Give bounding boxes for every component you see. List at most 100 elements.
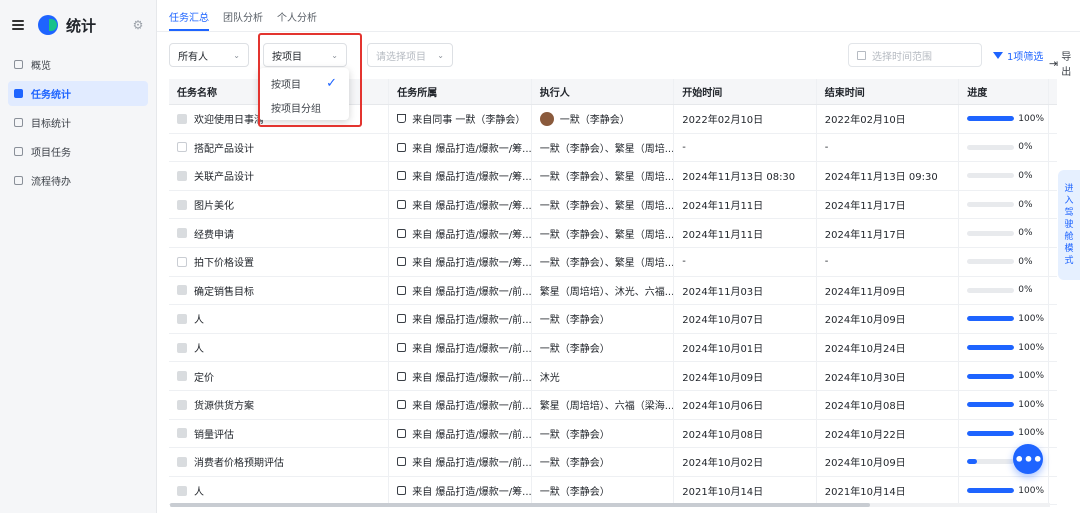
col-header-end[interactable]: 结束时间 [815,79,959,104]
col-header-progress[interactable]: 进度 [958,79,1048,104]
assignee-cell: 沐光 [530,362,674,390]
task-name[interactable]: 消费者价格预期评估 [194,454,284,469]
dropdown-option-by-project[interactable]: 按项目 ✓ [259,71,349,95]
task-name-cell: 货源供货方案 [169,391,388,419]
sidebar-item-goal-stats[interactable]: 目标统计 [8,110,148,135]
task-name[interactable]: 定价 [194,369,214,384]
task-checkbox[interactable] [177,428,187,439]
task-source: 来自 爆品打造/爆款一/前... [412,458,531,470]
project-icon [397,428,407,438]
task-end: - [824,141,829,153]
col-header-truncated[interactable]: 计 [1048,79,1057,104]
col-header-start[interactable]: 开始时间 [673,79,816,104]
truncated-cell [1048,162,1057,190]
table-row[interactable]: 货源供货方案 来自 爆品打造/爆款一/前... 繁星（周培培）、六福（梁海... 20… [169,390,1057,420]
end-cell: 2024年11月17日 [815,190,959,219]
progress-bar [967,430,1015,436]
table-row[interactable]: 消费者价格预期评估 来自 爆品打造/爆款一/前... 一默（李静会） 2024年10月… [169,448,1057,477]
truncated-cell [1048,133,1057,162]
task-name[interactable]: 人 [194,311,204,326]
task-source: 来自 爆品打造/爆款一/前... [412,344,531,356]
project-icon [397,486,407,496]
task-source: 来自 爆品打造/爆款一/前... [412,315,531,327]
tab-task-summary[interactable]: 任务汇总 [169,9,209,31]
task-end: 2024年10月08日 [824,401,906,413]
horizontal-scrollbar[interactable] [170,503,1050,507]
task-name[interactable]: 人 [194,483,204,498]
task-checkbox[interactable] [177,113,187,124]
settings-icon[interactable]: ⚙ [132,19,144,31]
progress-bar [967,287,1015,293]
table-row[interactable]: 人 来自 爆品打造/爆款一/前... 一默（李静会） 2024年10月01日 2024年… [169,333,1057,363]
tab-personal-analysis[interactable]: 个人分析 [277,9,317,31]
task-name[interactable]: 确定销售目标 [194,283,254,298]
task-name[interactable]: 人 [194,340,204,355]
task-end: 2024年10月22日 [824,429,906,441]
task-start: 2024年10月09日 [682,372,764,384]
task-name-cell: 确定销售目标 [169,277,388,305]
task-checkbox[interactable] [177,285,187,296]
assignee-cell: 一默（李静会） [530,419,674,448]
table-row[interactable]: 人 来自 爆品打造/爆款一/筹... 一默（李静会） 2021年10月14日 2021年… [169,476,1057,506]
source-cell: 来自 爆品打造/爆款一/前... [388,305,531,333]
table-row[interactable]: 定价 来自 爆品打造/爆款一/前... 沐光 2024年10月09日 2024年10月3… [169,362,1057,391]
group-mode-select[interactable]: 按项目 ⌄ [263,43,347,67]
drive-mode-char: 进 [1064,184,1074,194]
task-checkbox[interactable] [177,342,187,353]
task-name[interactable]: 图片美化 [194,197,234,212]
sidebar-item-task-stats[interactable]: 任务统计 [8,81,148,106]
more-actions-button[interactable]: ••• [1013,444,1043,474]
progress-fill [967,459,977,465]
progress-cell: 0% [958,190,1048,219]
task-name[interactable]: 销量评估 [194,426,234,441]
task-name[interactable]: 经费申请 [194,226,234,241]
scrollbar-thumb[interactable] [170,503,870,507]
task-checkbox[interactable] [177,199,187,210]
col-header-source[interactable]: 任务所属 [388,79,531,104]
table-row[interactable]: 拍下价格设置 来自 爆品打造/爆款一/筹... 一默（李静会）、繁星（周培... - -… [169,247,1057,277]
task-checkbox[interactable] [177,313,187,324]
task-checkbox[interactable] [177,456,187,467]
filter-button[interactable]: 1项筛选 [993,48,1043,63]
table-row[interactable]: 图片美化 来自 爆品打造/爆款一/筹... 一默（李静会）、繁星（周培... 2024… [169,190,1057,220]
task-name[interactable]: 关联产品设计 [194,168,254,183]
task-checkbox[interactable] [177,399,187,410]
menu-icon[interactable] [12,20,24,30]
export-button[interactable]: ⇥ 导出 [1049,48,1072,78]
task-checkbox[interactable] [177,256,187,267]
task-name[interactable]: 搭配产品设计 [194,140,254,155]
col-header-assignee[interactable]: 执行人 [530,79,674,104]
table-row[interactable]: 经费申请 来自 爆品打造/爆款一/筹... 一默（李静会）、繁星（周培... 2024… [169,219,1057,248]
dropdown-option-by-project-group[interactable]: 按项目分组 [259,95,349,119]
task-checkbox[interactable] [177,142,187,153]
task-checkbox[interactable] [177,170,187,181]
date-range-picker[interactable]: 选择时间范围 [848,43,982,67]
assignee-cell: 繁星（周培培）、六福（梁海... [530,390,673,419]
task-name[interactable]: 拍下价格设置 [194,254,254,269]
group-mode-dropdown: 按项目 ✓ 按项目分组 [259,68,349,120]
sidebar-item-workflow-todo[interactable]: 流程待办 [8,168,148,193]
person-select[interactable]: 所有人 ⌄ [169,43,249,67]
table-row[interactable]: 搭配产品设计 来自 爆品打造/爆款一/筹... 一默（李静会）、繁星（周培... - -… [169,133,1057,163]
drive-mode-button[interactable]: 进入驾驶舱模式 [1058,170,1080,280]
task-checkbox[interactable] [177,371,187,382]
chevron-down-icon: ⌄ [331,50,338,60]
progress-percent: 0% [1018,142,1033,153]
table-row[interactable]: 人 来自 爆品打造/爆款一/前... 一默（李静会） 2024年10月07日 2024年… [169,305,1057,334]
sidebar-item-overview[interactable]: 概览 [8,52,148,77]
table-row[interactable]: 销量评估 来自 爆品打造/爆款一/前... 一默（李静会） 2024年10月08日 20… [169,419,1057,449]
task-checkbox[interactable] [177,228,187,239]
project-select[interactable]: 请选择项目 ⌄ [367,43,453,67]
sidebar-item-project-tasks[interactable]: 项目任务 [8,139,148,164]
calendar-icon [857,50,866,60]
task-name[interactable]: 货源供货方案 [194,397,254,412]
tab-team-analysis[interactable]: 团队分析 [223,9,263,31]
table-row[interactable]: 确定销售目标 来自 爆品打造/爆款一/前... 繁星（周培培）、沐光、六福... 20… [169,276,1057,306]
progress-bar [967,230,1015,236]
table-row[interactable]: 关联产品设计 来自 爆品打造/爆款一/筹... 一默（李静会）、繁星（周培... 20… [169,162,1057,191]
task-name[interactable]: 欢迎使用日事清 [194,111,264,126]
progress-cell: 0% [958,162,1048,190]
task-assignee: 一默（李静会） [539,315,610,327]
task-checkbox[interactable] [177,485,187,496]
task-end: 2022年02月10日 [824,115,906,127]
